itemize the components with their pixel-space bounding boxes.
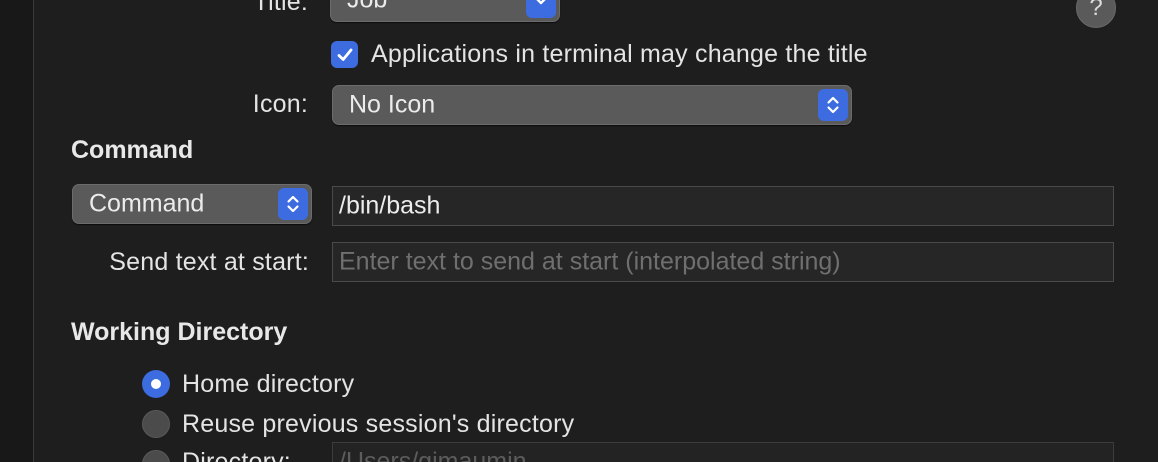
icon-popup-value: No Icon (349, 90, 436, 119)
directory-path-value: /Users/gimaumin (339, 447, 527, 462)
icon-label: Icon: (252, 90, 308, 118)
title-label: Title: (253, 0, 308, 16)
chevron-down-icon (526, 0, 556, 18)
command-mode-popup[interactable]: Command (72, 184, 312, 224)
chevron-up-down-icon (278, 188, 308, 220)
reuse-directory-radio[interactable] (142, 410, 170, 438)
send-text-field[interactable]: Enter text to send at start (interpolate… (332, 242, 1114, 282)
help-button[interactable]: ? (1076, 0, 1116, 28)
send-text-placeholder: Enter text to send at start (interpolate… (339, 247, 841, 276)
send-text-label: Send text at start: (109, 248, 309, 276)
home-directory-label: Home directory (182, 370, 355, 398)
profile-general-settings: Title: Job ? Applications in terminal ma… (0, 0, 1158, 462)
custom-directory-radio[interactable] (142, 450, 170, 462)
apps-change-title-label: Applications in terminal may change the … (371, 40, 868, 68)
title-popup[interactable]: Job (330, 0, 560, 22)
command-field-value: /bin/bash (339, 191, 441, 220)
title-popup-value: Job (347, 0, 387, 15)
command-field[interactable]: /bin/bash (332, 186, 1114, 226)
working-directory-section-title: Working Directory (71, 318, 288, 346)
question-mark-icon: ? (1089, 0, 1103, 21)
command-mode-value: Command (89, 189, 205, 218)
custom-directory-label: Directory: (182, 448, 291, 462)
window-sidebar-edge (0, 0, 34, 462)
command-section-title: Command (71, 136, 194, 164)
checkmark-icon (337, 48, 352, 61)
apps-change-title-checkbox[interactable] (331, 41, 358, 68)
reuse-directory-label: Reuse previous session's directory (182, 410, 575, 438)
directory-path-field[interactable]: /Users/gimaumin (332, 442, 1114, 462)
home-directory-radio[interactable] (142, 370, 170, 398)
icon-popup[interactable]: No Icon (332, 85, 852, 125)
chevron-up-down-icon (818, 89, 848, 121)
